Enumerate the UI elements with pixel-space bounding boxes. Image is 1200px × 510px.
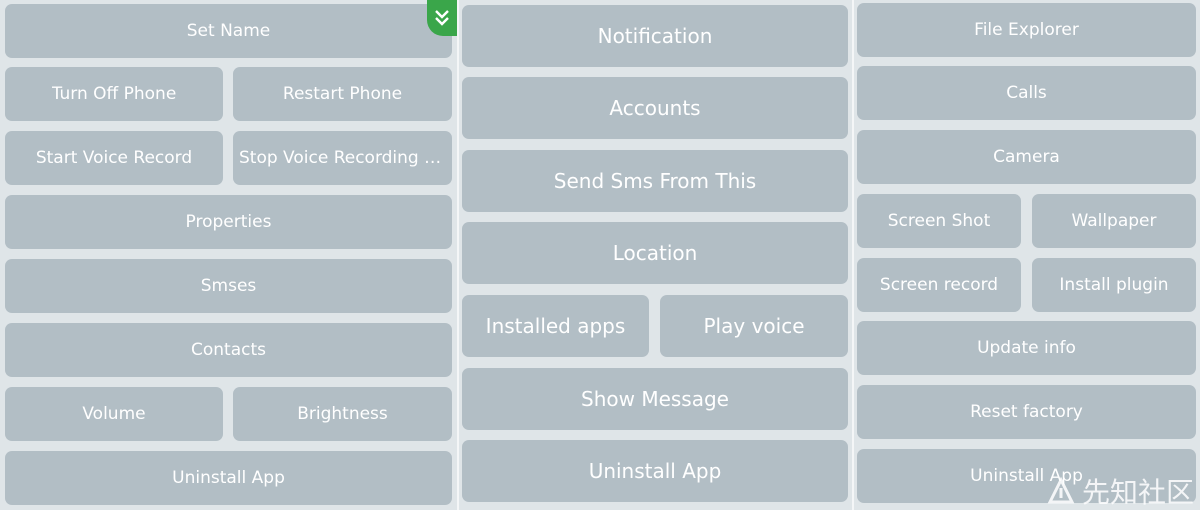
calls-button[interactable]: Calls (857, 66, 1196, 120)
camera-button[interactable]: Camera (857, 130, 1196, 184)
uninstall-app-button-3[interactable]: Uninstall App (857, 449, 1196, 503)
screen-record-button[interactable]: Screen record (857, 258, 1021, 312)
stop-voice-recording-button[interactable]: Stop Voice Recording a... (233, 131, 452, 185)
send-sms-button[interactable]: Send Sms From This (462, 150, 848, 212)
volume-button[interactable]: Volume (5, 387, 223, 441)
right-command-panel: File Explorer Calls Camera Screen Shot W… (854, 0, 1200, 510)
screen-shot-button[interactable]: Screen Shot (857, 194, 1021, 248)
uninstall-app-button[interactable]: Uninstall App (5, 451, 452, 505)
double-chevron-down-icon (435, 10, 449, 26)
reset-factory-button[interactable]: Reset factory (857, 385, 1196, 439)
smses-button[interactable]: Smses (5, 259, 452, 313)
middle-command-panel: Notification Accounts Send Sms From This… (459, 0, 852, 510)
contacts-button[interactable]: Contacts (5, 323, 452, 377)
installed-apps-button[interactable]: Installed apps (462, 295, 649, 357)
show-message-button[interactable]: Show Message (462, 368, 848, 430)
turn-off-phone-button[interactable]: Turn Off Phone (5, 67, 223, 121)
file-explorer-button[interactable]: File Explorer (857, 3, 1196, 57)
restart-phone-button[interactable]: Restart Phone (233, 67, 452, 121)
update-info-button[interactable]: Update info (857, 321, 1196, 375)
left-command-panel: Set Name Turn Off Phone Restart Phone St… (0, 0, 457, 510)
accounts-button[interactable]: Accounts (462, 77, 848, 139)
start-voice-record-button[interactable]: Start Voice Record (5, 131, 223, 185)
badge-toggle[interactable] (427, 0, 457, 36)
install-plugin-button[interactable]: Install plugin (1032, 258, 1196, 312)
properties-button[interactable]: Properties (5, 195, 452, 249)
set-name-button[interactable]: Set Name (5, 4, 452, 58)
play-voice-button[interactable]: Play voice (660, 295, 848, 357)
notification-button[interactable]: Notification (462, 5, 848, 67)
brightness-button[interactable]: Brightness (233, 387, 452, 441)
uninstall-app-button-2[interactable]: Uninstall App (462, 440, 848, 502)
wallpaper-button[interactable]: Wallpaper (1032, 194, 1196, 248)
location-button[interactable]: Location (462, 222, 848, 284)
